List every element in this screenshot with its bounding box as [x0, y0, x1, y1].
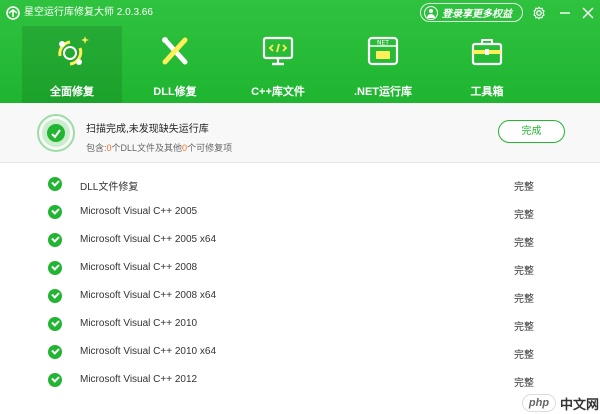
- app-logo-icon: [6, 6, 20, 20]
- list-item: Microsoft Visual C++ 2012 完整: [0, 366, 600, 394]
- app-header: 星空运行库修复大师 2.0.3.66 登录享更多权益 全面修复 DLL修复 C+…: [0, 0, 600, 103]
- item-status: 完整: [514, 210, 534, 221]
- list-item: Microsoft Visual C++ 2010 x64 完整: [0, 338, 600, 366]
- item-status: 完整: [514, 182, 534, 193]
- tab-net-runtime[interactable]: NET .NET运行库: [333, 26, 433, 103]
- check-icon: [48, 177, 62, 191]
- item-status: 完整: [514, 238, 534, 249]
- tab-label: DLL修复: [153, 86, 197, 98]
- item-name: Microsoft Visual C++ 2012: [80, 374, 198, 385]
- site-watermark: php 中文网: [520, 392, 600, 414]
- repair-icon: [58, 36, 89, 66]
- list-item: DLL文件修复 完整: [0, 170, 600, 198]
- item-status: 完整: [514, 350, 534, 361]
- user-icon: [424, 5, 438, 20]
- summary-suffix: 个可修复项: [187, 143, 233, 153]
- login-label: 登录享更多权益: [442, 9, 512, 20]
- tab-label: 全面修复: [50, 86, 94, 98]
- tab-full-repair[interactable]: 全面修复: [22, 26, 122, 103]
- summary-prefix: 包含:: [86, 143, 107, 153]
- summary-middle: 个DLL文件及其他: [111, 143, 183, 153]
- watermark-text: 中文网: [560, 397, 600, 412]
- item-name: Microsoft Visual C++ 2005 x64: [80, 234, 217, 245]
- status-summary: 包含:0个DLL文件及其他0个可修复项: [86, 141, 232, 154]
- item-name: Microsoft Visual C++ 2010: [80, 318, 198, 329]
- watermark-badge: php: [522, 394, 556, 412]
- item-name: Microsoft Visual C++ 2008: [80, 262, 198, 273]
- dll-tools-icon: [162, 37, 188, 65]
- scan-complete-icon: [37, 114, 75, 152]
- check-icon: [48, 345, 62, 359]
- list-item: Microsoft Visual C++ 2008 完整: [0, 254, 600, 282]
- item-name: Microsoft Visual C++ 2010 x64: [80, 346, 217, 357]
- minimize-icon[interactable]: [558, 6, 572, 20]
- tab-label: .NET运行库: [353, 86, 413, 98]
- check-icon: [48, 317, 62, 331]
- status-title: 扫描完成,未发现缺失运行库: [86, 124, 209, 135]
- check-icon: [48, 233, 62, 247]
- svg-text:NET: NET: [377, 40, 389, 47]
- app-title: 星空运行库修复大师 2.0.3.66: [24, 7, 153, 18]
- tab-label: C++库文件: [251, 86, 305, 98]
- main-tabs: 全面修复 DLL修复 C++库文件 NET .NET运行库 工具箱: [0, 26, 600, 103]
- title-bar: 星空运行库修复大师 2.0.3.66 登录享更多权益: [0, 0, 600, 26]
- code-monitor-icon: [262, 36, 294, 66]
- tab-cpp-library[interactable]: C++库文件: [228, 26, 328, 103]
- item-status: 完整: [514, 378, 534, 389]
- toolbox-icon: [471, 39, 503, 66]
- login-button[interactable]: 登录享更多权益: [420, 3, 523, 22]
- tab-dll-repair[interactable]: DLL修复: [125, 26, 225, 103]
- tab-label: 工具箱: [470, 86, 504, 98]
- gear-icon[interactable]: [532, 6, 546, 20]
- list-item: Microsoft Visual C++ 2008 x64 完整: [0, 282, 600, 310]
- item-status: 完整: [514, 294, 534, 305]
- item-name: Microsoft Visual C++ 2008 x64: [80, 290, 217, 301]
- item-status: 完整: [514, 266, 534, 277]
- tab-toolbox[interactable]: 工具箱: [437, 26, 537, 103]
- watermark-badge-text: php: [528, 397, 550, 409]
- runtime-list: DLL文件修复 完整 Microsoft Visual C++ 2005 完整 …: [0, 170, 600, 414]
- check-icon: [48, 261, 62, 275]
- check-icon: [48, 373, 62, 387]
- list-item: Microsoft Visual C++ 2010 完整: [0, 310, 600, 338]
- done-button[interactable]: 完成: [498, 120, 565, 143]
- net-runtime-icon: NET: [367, 36, 399, 66]
- list-item: Microsoft Visual C++ 2005 完整: [0, 198, 600, 226]
- item-status: 完整: [514, 322, 534, 333]
- list-item: Microsoft Visual C++ 2005 x64 完整: [0, 226, 600, 254]
- item-name: DLL文件修复: [80, 182, 139, 193]
- item-name: Microsoft Visual C++ 2005: [80, 206, 198, 217]
- check-icon: [48, 205, 62, 219]
- check-icon: [48, 289, 62, 303]
- close-icon[interactable]: [581, 6, 595, 20]
